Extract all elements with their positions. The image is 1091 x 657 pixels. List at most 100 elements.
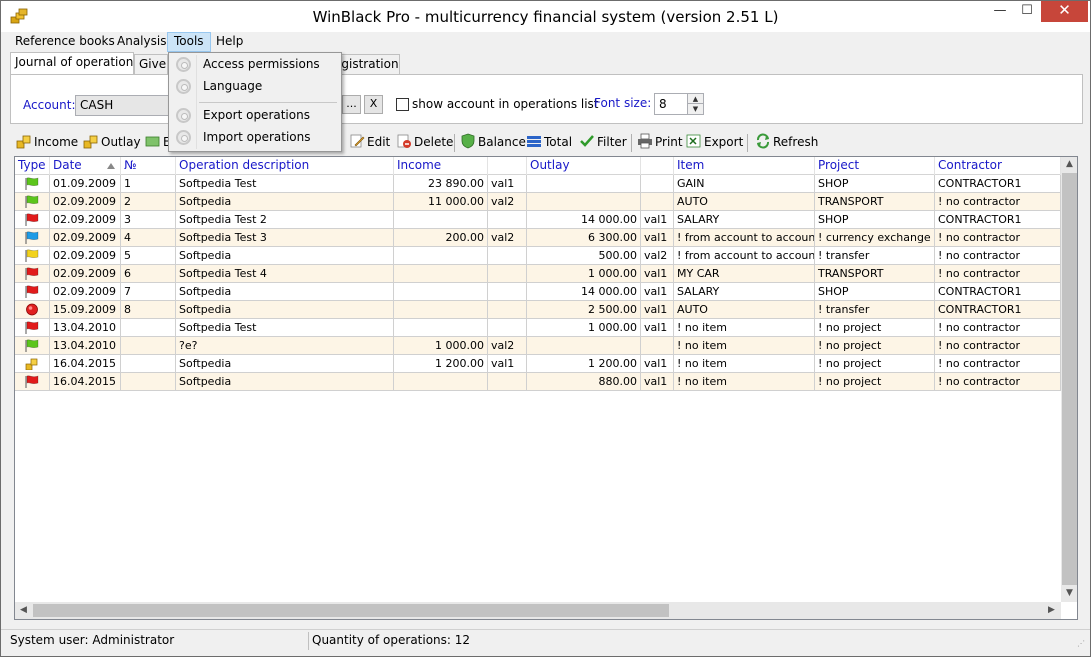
menu-tools[interactable]: Tools <box>167 32 211 52</box>
menu-reference-books[interactable]: Reference books <box>9 32 121 52</box>
account-select[interactable]: CASH <box>75 95 171 116</box>
cell-date: 02.09.2009 <box>50 265 121 282</box>
table-row[interactable]: 16.04.2015 Softpedia 1 200.00 val1 1 200.00 v… <box>15 355 1061 373</box>
cell-num <box>121 337 176 354</box>
cell-income <box>394 319 488 336</box>
scroll-right-icon[interactable]: ▶ <box>1043 605 1060 615</box>
menu-analysis[interactable]: Analysis <box>111 32 172 52</box>
account-browse-button[interactable]: ... <box>342 95 361 114</box>
vertical-scroll-thumb[interactable] <box>1062 173 1077 585</box>
app-window: WinBlack Pro - multicurrency financial s… <box>0 0 1091 657</box>
table-row[interactable]: 01.09.2009 1 Softpedia Test 23 890.00 val1 GA… <box>15 175 1061 193</box>
cell-outlay-cur: val1 <box>641 229 674 246</box>
column-header-income-cur[interactable] <box>488 157 527 175</box>
income-button-label: Income <box>34 135 79 149</box>
delete-button[interactable]: Delete <box>396 133 453 153</box>
outlay-button[interactable]: Outlay <box>83 133 141 153</box>
font-size-spinner[interactable]: ▲ ▼ <box>687 93 704 115</box>
table-row[interactable]: 02.09.2009 2 Softpedia 11 000.00 val2 AUTO TRA… <box>15 193 1061 211</box>
column-header-income[interactable]: Income <box>394 157 488 175</box>
tab-journal-of-operations[interactable]: Journal of operations <box>10 52 134 74</box>
title-bar[interactable]: WinBlack Pro - multicurrency financial s… <box>1 1 1090 32</box>
account-clear-button[interactable]: X <box>364 95 383 114</box>
edit-button[interactable]: Edit <box>349 133 390 153</box>
horizontal-scroll-thumb[interactable] <box>33 604 669 617</box>
minimize-button[interactable]: — <box>987 1 1013 22</box>
spin-down-icon[interactable]: ▼ <box>688 104 703 114</box>
close-button[interactable]: ✕ <box>1041 1 1088 22</box>
horizontal-scrollbar[interactable]: ◀ ▶ <box>15 602 1061 619</box>
cell-income: 23 890.00 <box>394 175 488 192</box>
show-account-checkbox[interactable] <box>396 98 409 111</box>
column-header-outlay-cur[interactable] <box>641 157 674 175</box>
menu-item-language[interactable]: Language <box>171 76 339 98</box>
column-header-contractor[interactable]: Contractor <box>935 157 1061 175</box>
operations-grid[interactable]: Type Date № Operation description Income Outl… <box>14 156 1078 620</box>
cell-num: 7 <box>121 283 176 300</box>
cell-date: 16.04.2015 <box>50 355 121 372</box>
export-button[interactable]: Export <box>686 133 743 153</box>
table-row[interactable]: 13.04.2010 ?e? 1 000.00 val2 ! no item! no p… <box>15 337 1061 355</box>
table-row[interactable]: 13.04.2010 Softpedia Test 1 000.00 val1! no… <box>15 319 1061 337</box>
table-row[interactable]: 02.09.2009 5 Softpedia 500.00 val2! from acc… <box>15 247 1061 265</box>
cell-item: GAIN <box>674 175 815 192</box>
income-button[interactable]: Income <box>16 133 78 153</box>
cell-item: AUTO <box>674 301 815 318</box>
menu-item-label: Import operations <box>203 130 311 144</box>
cell-income: 200.00 <box>394 229 488 246</box>
table-row[interactable]: 02.09.2009 6 Softpedia Test 4 1 000.00 val1 M… <box>15 265 1061 283</box>
cell-num <box>121 373 176 390</box>
cell-outlay <box>527 175 641 192</box>
cell-contractor: ! no contractor <box>935 373 1061 390</box>
column-header-item[interactable]: Item <box>674 157 815 175</box>
total-button-label: Total <box>544 135 573 149</box>
filter-button[interactable]: Filter <box>579 133 627 153</box>
cell-item: SALARY <box>674 283 815 300</box>
scroll-up-icon[interactable]: ▲ <box>1061 159 1077 169</box>
menu-item-import-operations[interactable]: Import operations <box>171 127 339 149</box>
spin-up-icon[interactable]: ▲ <box>688 94 703 104</box>
column-header-project[interactable]: Project <box>815 157 935 175</box>
delete-icon <box>397 134 411 148</box>
cell-num: 3 <box>121 211 176 228</box>
cell-outlay-cur: val1 <box>641 211 674 228</box>
balance-button[interactable]: Balance <box>460 133 526 153</box>
table-row[interactable]: 16.04.2015 Softpedia 880.00 val1! no item! … <box>15 373 1061 391</box>
excel-icon <box>686 134 701 148</box>
red-circle-icon <box>25 303 39 316</box>
vertical-scrollbar[interactable]: ▲ ▼ <box>1061 157 1077 602</box>
print-button[interactable]: Print <box>637 133 683 153</box>
cell-income-cur: val2 <box>488 337 527 354</box>
table-row[interactable]: 02.09.2009 3 Softpedia Test 2 14 000.00 val1… <box>15 211 1061 229</box>
column-header-num[interactable]: № <box>121 157 176 175</box>
cell-outlay-cur <box>641 193 674 210</box>
tab-strip: Journal of operations Give egistration <box>1 52 1090 75</box>
tab-give[interactable]: Give <box>134 54 168 74</box>
type-cell <box>15 175 50 192</box>
scroll-left-icon[interactable]: ◀ <box>15 605 32 615</box>
sort-ascending-icon <box>107 163 115 169</box>
menu-item-export-operations[interactable]: Export operations <box>171 105 339 127</box>
maximize-button[interactable]: ☐ <box>1014 1 1040 22</box>
red-flag-icon <box>25 321 39 334</box>
exchange-button[interactable]: E <box>145 133 171 153</box>
scroll-down-icon[interactable]: ▼ <box>1061 588 1077 598</box>
column-header-outlay[interactable]: Outlay <box>527 157 641 175</box>
column-header-type[interactable]: Type <box>15 157 50 175</box>
cell-date: 02.09.2009 <box>50 283 121 300</box>
cell-outlay: 1 000.00 <box>527 319 641 336</box>
font-size-input[interactable]: 8 <box>654 93 688 115</box>
menu-item-access-permissions[interactable]: Access permissions <box>171 54 339 76</box>
total-button[interactable]: Total <box>526 133 572 153</box>
refresh-button[interactable]: Refresh <box>755 133 818 153</box>
column-header-desc[interactable]: Operation description <box>176 157 394 175</box>
table-row[interactable]: 02.09.2009 7 Softpedia 14 000.00 val1 SALARY S… <box>15 283 1061 301</box>
cell-outlay-cur: val1 <box>641 265 674 282</box>
menu-help[interactable]: Help <box>210 32 249 52</box>
cell-outlay: 6 300.00 <box>527 229 641 246</box>
cell-project: SHOP <box>815 211 935 228</box>
table-row[interactable]: 02.09.2009 4 Softpedia Test 3 200.00 val2 6 3… <box>15 229 1061 247</box>
table-row[interactable]: 15.09.2009 8 Softpedia 2 500.00 val1 AUTO! tr… <box>15 301 1061 319</box>
cell-desc: Softpedia <box>176 247 394 264</box>
resize-grip-icon[interactable]: ⋰ <box>1077 639 1087 649</box>
